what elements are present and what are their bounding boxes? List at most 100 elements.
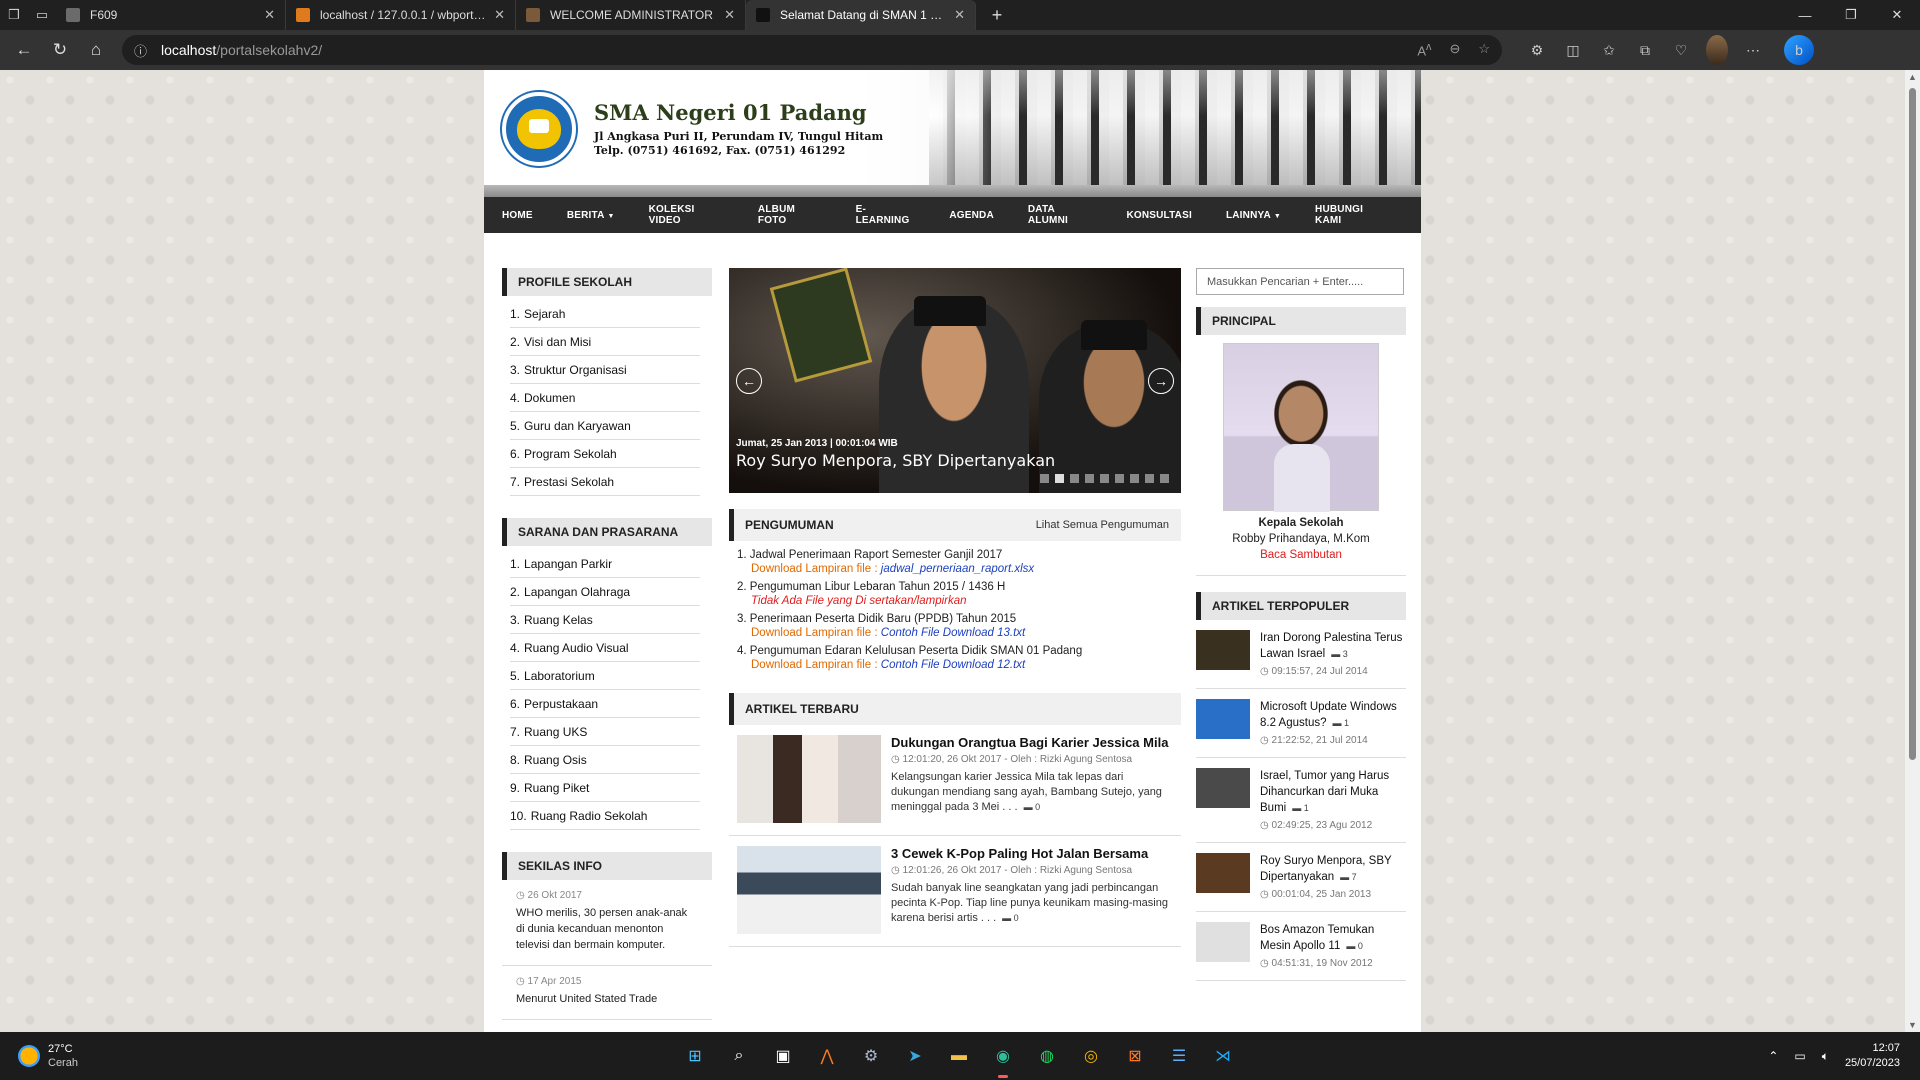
volume-icon[interactable]: 🔈︎ <box>1822 1049 1829 1064</box>
sidebar-link[interactable]: 5. Guru dan Karyawan <box>510 412 700 440</box>
nav-item[interactable]: BERITA ▼ <box>567 210 615 221</box>
slider-next-icon[interactable]: → <box>1148 368 1174 394</box>
minimize-button[interactable]: — <box>1782 0 1828 30</box>
chrome-icon[interactable]: ◎ <box>1076 1041 1106 1071</box>
extensions-icon[interactable]: ⚙ <box>1522 35 1552 65</box>
notepad-icon[interactable]: ☰ <box>1164 1041 1194 1071</box>
popular-thumbnail[interactable] <box>1196 768 1250 808</box>
sidebar-link[interactable]: 6. Perpustakaan <box>510 690 700 718</box>
search-input[interactable]: Masukkan Pencarian + Enter..... <box>1196 268 1404 295</box>
tab-close-icon[interactable]: ✕ <box>954 7 965 23</box>
slider-dot[interactable] <box>1145 474 1154 483</box>
performance-icon[interactable]: ♡ <box>1666 35 1696 65</box>
nav-item[interactable]: E-LEARNING <box>856 204 916 226</box>
edge-icon[interactable]: ◉ <box>988 1041 1018 1078</box>
nav-item[interactable]: HUBUNGI KAMI <box>1315 204 1387 226</box>
tab-close-icon[interactable]: ✕ <box>724 7 735 23</box>
sidebar-link[interactable]: 1. Sejarah <box>510 300 700 328</box>
sidebar-link[interactable]: 2. Lapangan Olahraga <box>510 578 700 606</box>
refresh-button[interactable]: ↻ <box>42 30 78 70</box>
nav-item[interactable]: DATA ALUMNI <box>1028 204 1093 226</box>
sidebar-link[interactable]: 5. Laboratorium <box>510 662 700 690</box>
browser-tab[interactable]: WELCOME ADMINISTRATOR ✕ <box>516 0 746 30</box>
profile-avatar[interactable] <box>1702 35 1732 65</box>
collections-icon[interactable]: ⧉ <box>1630 35 1660 65</box>
tab-close-icon[interactable]: ✕ <box>264 7 275 23</box>
nav-item[interactable]: ALBUM FOTO <box>758 204 822 226</box>
back-button[interactable]: ← <box>6 30 42 70</box>
sidebar-link[interactable]: 9. Ruang Piket <box>510 774 700 802</box>
slider-dot[interactable] <box>1055 474 1064 483</box>
workspaces-icon[interactable]: ❒ <box>0 0 28 30</box>
home-button[interactable]: ⌂ <box>78 30 114 70</box>
popular-title[interactable]: Iran Dorong Palestina Terus Lawan Israel… <box>1260 630 1406 662</box>
nav-item[interactable]: KOLEKSI VIDEO <box>649 204 724 226</box>
nav-item[interactable]: KONSULTASI <box>1126 210 1192 221</box>
sidebar-link[interactable]: 7. Ruang UKS <box>510 718 700 746</box>
announcement-title[interactable]: 4. Pengumuman Edaran Kelulusan Peserta D… <box>737 645 1173 657</box>
announcement-title[interactable]: 3. Penerimaan Peserta Didik Baru (PPDB) … <box>737 613 1173 625</box>
file-explorer-icon[interactable]: ▬ <box>944 1041 974 1071</box>
sidebar-link[interactable]: 1. Lapangan Parkir <box>510 550 700 578</box>
popular-title[interactable]: Microsoft Update Windows 8.2 Agustus? ▬ 1 <box>1260 699 1406 731</box>
popular-title[interactable]: Israel, Tumor yang Harus Dihancurkan dar… <box>1260 768 1406 816</box>
split-screen-icon[interactable]: ◫ <box>1558 35 1588 65</box>
start-icon[interactable]: ⊞ <box>680 1041 710 1071</box>
vscode-icon[interactable]: ⋊ <box>1208 1041 1238 1071</box>
xampp-icon[interactable]: ⋀ <box>812 1041 842 1071</box>
slider-dot[interactable] <box>1160 474 1169 483</box>
sidebar-link[interactable]: 4. Dokumen <box>510 384 700 412</box>
scrollbar-thumb[interactable] <box>1909 88 1916 760</box>
popular-thumbnail[interactable] <box>1196 699 1250 739</box>
info-text[interactable]: Menurut United Stated Trade <box>516 991 698 1007</box>
attachment-link[interactable]: Contoh File Download 12.txt <box>881 659 1025 671</box>
tray-overflow-icon[interactable]: ⌃ <box>1768 1049 1778 1063</box>
read-greeting-link[interactable]: Baca Sambutan <box>1196 549 1406 561</box>
browser-tab[interactable]: localhost / 127.0.0.1 / wbportalse ✕ <box>286 0 516 30</box>
new-tab-button[interactable]: + <box>982 0 1012 30</box>
site-info-icon[interactable]: ⓘ <box>134 41 147 60</box>
telegram-icon[interactable]: ➤ <box>900 1041 930 1071</box>
article-thumbnail[interactable] <box>737 846 881 934</box>
network-icon[interactable]: ▭ <box>1794 1049 1805 1063</box>
article-title[interactable]: Dukungan Orangtua Bagi Karier Jessica Mi… <box>891 735 1173 750</box>
copilot-icon[interactable]: b <box>1784 35 1814 65</box>
more-menu-icon[interactable]: ⋯ <box>1738 35 1768 65</box>
task-view-icon[interactable]: ▣ <box>768 1041 798 1071</box>
scroll-up-icon[interactable]: ▲ <box>1908 72 1917 82</box>
article-thumbnail[interactable] <box>737 735 881 823</box>
sidebar-link[interactable]: 6. Program Sekolah <box>510 440 700 468</box>
article-title[interactable]: 3 Cewek K-Pop Paling Hot Jalan Bersama <box>891 846 1173 861</box>
sidebar-link[interactable]: 10. Ruang Radio Sekolah <box>510 802 700 830</box>
scroll-down-icon[interactable]: ▼ <box>1908 1020 1917 1030</box>
announcement-title[interactable]: 2. Pengumuman Libur Lebaran Tahun 2015 /… <box>737 581 1173 593</box>
search-icon[interactable]: ⌕ <box>724 1041 754 1071</box>
slider-dot[interactable] <box>1115 474 1124 483</box>
sidebar-link[interactable]: 3. Ruang Kelas <box>510 606 700 634</box>
settings-icon[interactable]: ⚙ <box>856 1041 886 1071</box>
slider-dot[interactable] <box>1070 474 1079 483</box>
nav-item[interactable]: LAINNYA ▼ <box>1226 210 1281 221</box>
browser-tab[interactable]: Selamat Datang di SMAN 1 Rizki ✕ <box>746 0 976 30</box>
tab-actions-icon[interactable]: ▭ <box>28 0 56 30</box>
taskbar-clock[interactable]: 12:07 25/07/2023 <box>1845 1041 1900 1071</box>
slider-dot[interactable] <box>1100 474 1109 483</box>
read-aloud-icon[interactable]: Aʌ <box>1417 41 1431 58</box>
favorites-icon[interactable]: ✩ <box>1594 35 1624 65</box>
nav-item[interactable]: HOME <box>502 210 533 221</box>
attachment-link[interactable]: jadwal_perneriaan_raport.xlsx <box>881 563 1034 575</box>
sidebar-link[interactable]: 4. Ruang Audio Visual <box>510 634 700 662</box>
nav-item[interactable]: AGENDA <box>949 210 994 221</box>
sidebar-link[interactable]: 2. Visi dan Misi <box>510 328 700 356</box>
sidebar-link[interactable]: 3. Struktur Organisasi <box>510 356 700 384</box>
slide-title[interactable]: Roy Suryo Menpora, SBY Dipertanyakan <box>736 451 1055 470</box>
xampp-control-icon[interactable]: ⊠ <box>1120 1041 1150 1071</box>
see-all-announcements-link[interactable]: Lihat Semua Pengumuman <box>1036 519 1169 531</box>
sidebar-link[interactable]: 7. Prestasi Sekolah <box>510 468 700 496</box>
weather-widget[interactable]: 27°C Cerah <box>18 1042 78 1070</box>
restore-button[interactable]: ❐ <box>1828 0 1874 30</box>
popular-thumbnail[interactable] <box>1196 922 1250 962</box>
close-window-button[interactable]: ✕ <box>1874 0 1920 30</box>
sidebar-link[interactable]: 8. Ruang Osis <box>510 746 700 774</box>
slider-dot[interactable] <box>1040 474 1049 483</box>
